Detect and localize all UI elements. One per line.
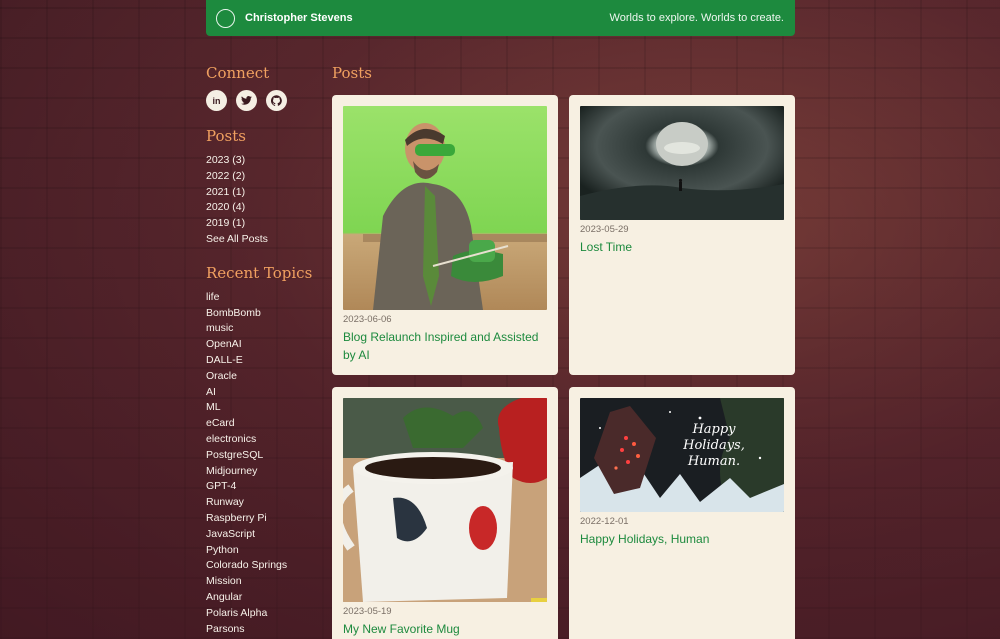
posts-archive-heading: Posts	[206, 127, 246, 145]
topic-link[interactable]: ML	[206, 400, 326, 416]
topic-link[interactable]: Raspberry Pi	[206, 511, 326, 527]
site-header: Christopher Stevens Worlds to explore. W…	[206, 0, 795, 36]
posts-heading: Posts	[332, 64, 372, 82]
site-tagline: Worlds to explore. Worlds to create.	[609, 12, 784, 24]
see-all-posts-link[interactable]: See All Posts	[206, 232, 326, 248]
topic-link[interactable]: Midjourney	[206, 464, 326, 480]
post-title-link[interactable]: Blog Relaunch Inspired and Assisted by A…	[343, 328, 547, 364]
post-date: 2022-12-01	[580, 516, 629, 527]
post-thumbnail[interactable]	[343, 106, 547, 310]
connect-heading: Connect	[206, 64, 270, 82]
post-date: 2023-05-19	[343, 606, 392, 617]
topics-list: life BombBomb music OpenAI DALL-E Oracle…	[206, 290, 326, 638]
twitter-icon[interactable]	[236, 90, 257, 111]
topic-link[interactable]: eCard	[206, 416, 326, 432]
post-card[interactable]: 2023-05-19 My New Favorite Mug	[332, 387, 558, 639]
year-link-2023[interactable]: 2023 (3)	[206, 153, 326, 169]
topic-link[interactable]: OpenAI	[206, 337, 326, 353]
sidebar: Connect in Posts 2023 (3) 2022 (2) 2021 …	[206, 64, 326, 639]
topic-link[interactable]: Mission	[206, 574, 326, 590]
year-link-2021[interactable]: 2021 (1)	[206, 185, 326, 201]
topic-link[interactable]: electronics	[206, 432, 326, 448]
topic-link[interactable]: DALL-E	[206, 353, 326, 369]
year-link-2020[interactable]: 2020 (4)	[206, 200, 326, 216]
post-title-link[interactable]: My New Favorite Mug	[343, 620, 547, 638]
social-links: in	[206, 90, 326, 111]
topic-link[interactable]: Parsons	[206, 622, 326, 638]
topic-link[interactable]: life	[206, 290, 326, 306]
post-thumbnail[interactable]	[580, 106, 784, 220]
year-link-2022[interactable]: 2022 (2)	[206, 169, 326, 185]
topic-link[interactable]: PostgreSQL	[206, 448, 326, 464]
github-icon[interactable]	[266, 90, 287, 111]
year-archive-list: 2023 (3) 2022 (2) 2021 (1) 2020 (4) 2019…	[206, 153, 326, 248]
thumbnail-caption: Happy Holidays, Human.	[683, 422, 745, 469]
topic-link[interactable]: GPT-4	[206, 479, 326, 495]
post-card[interactable]: 2023-05-29 Lost Time	[569, 95, 795, 375]
post-thumbnail[interactable]	[343, 398, 547, 602]
topic-link[interactable]: Angular	[206, 590, 326, 606]
post-title-link[interactable]: Happy Holidays, Human	[580, 530, 784, 548]
topic-link[interactable]: Polaris Alpha	[206, 606, 326, 622]
post-card[interactable]: 2023-06-06 Blog Relaunch Inspired and As…	[332, 95, 558, 375]
post-date: 2023-05-29	[580, 224, 629, 235]
topic-link[interactable]: BombBomb	[206, 306, 326, 322]
linkedin-icon[interactable]: in	[206, 90, 227, 111]
recent-topics-heading: Recent Topics	[206, 263, 313, 282]
topic-link[interactable]: music	[206, 321, 326, 337]
site-logo-icon[interactable]	[216, 8, 235, 28]
post-date: 2023-06-06	[343, 314, 392, 325]
year-link-2019[interactable]: 2019 (1)	[206, 216, 326, 232]
site-name-link[interactable]: Christopher Stevens	[245, 12, 353, 24]
post-title-link[interactable]: Lost Time	[580, 238, 784, 256]
topic-link[interactable]: Oracle	[206, 369, 326, 385]
topic-link[interactable]: Runway	[206, 495, 326, 511]
post-card[interactable]: Happy Holidays, Human. 2022-12-01 Happy …	[569, 387, 795, 639]
topic-link[interactable]: AI	[206, 385, 326, 401]
topic-link[interactable]: Colorado Springs	[206, 558, 326, 574]
post-thumbnail[interactable]: Happy Holidays, Human.	[580, 398, 784, 512]
topic-link[interactable]: Python	[206, 543, 326, 559]
topic-link[interactable]: JavaScript	[206, 527, 326, 543]
